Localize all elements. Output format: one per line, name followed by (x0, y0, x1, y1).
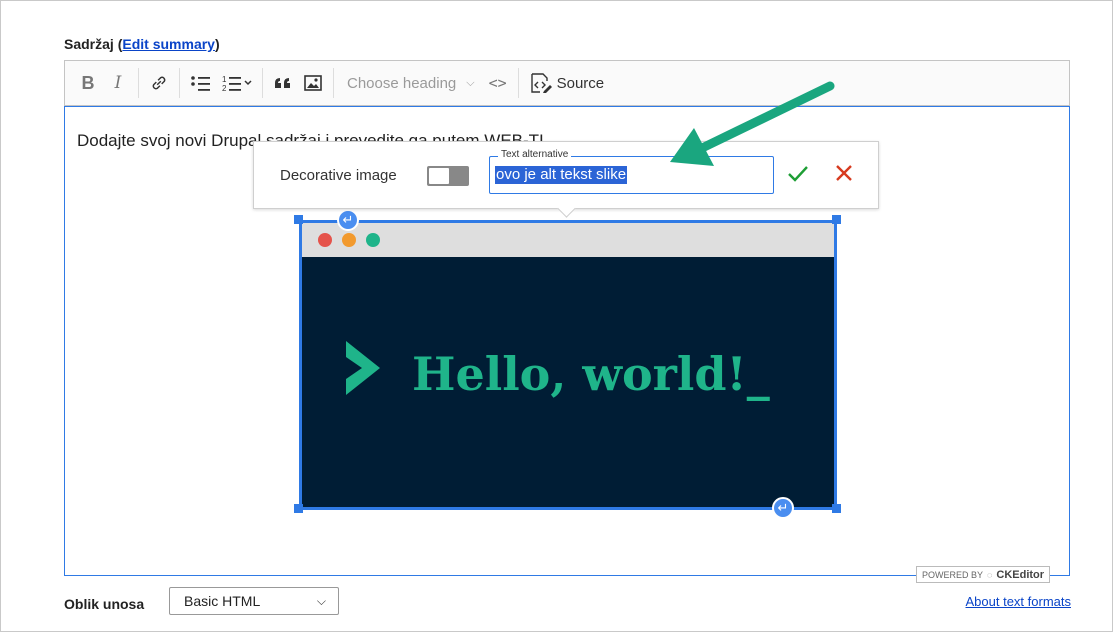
resize-handle-bottom-right[interactable] (832, 504, 841, 513)
italic-button[interactable]: I (103, 67, 133, 99)
resize-handle-top-right[interactable] (832, 215, 841, 224)
image-button[interactable] (298, 67, 328, 99)
blockquote-button[interactable] (268, 67, 298, 99)
image-window-chrome (302, 223, 834, 257)
bold-button[interactable]: B (73, 67, 103, 99)
ckeditor-brand: CKEditor (996, 568, 1045, 581)
toolbar-separator (262, 68, 263, 98)
toolbar-separator (517, 68, 519, 98)
editor-toolbar: B I 12 Choose heading ⌵ <> Source (64, 60, 1070, 106)
numbered-list-button[interactable]: 12 (217, 67, 257, 99)
chevron-down-icon: ⌵ (316, 594, 326, 608)
text-format-select[interactable]: Basic HTML ⌵ (169, 587, 339, 615)
powered-by-prefix: POWERED BY (922, 569, 984, 580)
svg-text:1: 1 (222, 75, 227, 84)
window-dot-green (366, 233, 380, 247)
text-alternative-input[interactable]: ovo je alt tekst slike (495, 166, 628, 184)
toolbar-separator (333, 68, 334, 98)
text-alternative-legend: Text alternative (498, 149, 572, 160)
field-label-text: Sadržaj (64, 36, 114, 52)
heading-placeholder: Choose heading (347, 74, 457, 92)
annotation-arrow-icon (670, 81, 835, 166)
link-icon (152, 76, 166, 90)
edit-summary-link[interactable]: Edit summary (122, 36, 215, 52)
selected-image[interactable]: Hello, world!_ (299, 220, 837, 510)
code-button[interactable]: <> (483, 67, 513, 99)
toolbar-separator (179, 68, 180, 98)
window-dot-orange (342, 233, 356, 247)
decorative-image-label: Decorative image (280, 167, 397, 184)
ckeditor-logo-icon: ◌ (987, 569, 993, 580)
toolbar-separator (138, 68, 139, 98)
insert-paragraph-before-icon[interactable]: ↵ (337, 209, 359, 231)
image-icon (304, 75, 322, 91)
bulleted-list-button[interactable] (185, 67, 217, 99)
field-label: Sadržaj (Edit summary) (64, 36, 220, 52)
prompt-chevron-icon (346, 341, 380, 395)
blockquote-icon (275, 78, 290, 88)
svg-text:2: 2 (222, 84, 227, 92)
window-dot-red (318, 233, 332, 247)
chevron-down-icon: ⌵ (466, 76, 475, 89)
insert-paragraph-after-icon[interactable]: ↵ (772, 497, 794, 519)
resize-handle-top-left[interactable] (294, 215, 303, 224)
numbered-list-icon: 12 (222, 75, 252, 92)
bulleted-list-icon (191, 76, 210, 91)
link-button[interactable] (144, 67, 174, 99)
about-text-formats-link[interactable]: About text formats (966, 594, 1072, 609)
resize-handle-bottom-left[interactable] (294, 504, 303, 513)
source-label: Source (556, 74, 605, 92)
image-body: Hello, world!_ (302, 257, 834, 507)
powered-by-ckeditor[interactable]: POWERED BY ◌ CKEditor (916, 566, 1051, 583)
decorative-image-toggle[interactable] (427, 166, 469, 186)
hello-world-text: Hello, world!_ (412, 347, 770, 401)
toggle-knob (429, 168, 449, 184)
paren-close: ) (214, 36, 220, 52)
source-icon (530, 73, 552, 93)
text-format-selected: Basic HTML (184, 593, 261, 609)
heading-dropdown[interactable]: Choose heading ⌵ (339, 75, 483, 92)
source-button[interactable]: Source (524, 67, 610, 99)
text-format-label: Oblik unosa (64, 596, 145, 612)
